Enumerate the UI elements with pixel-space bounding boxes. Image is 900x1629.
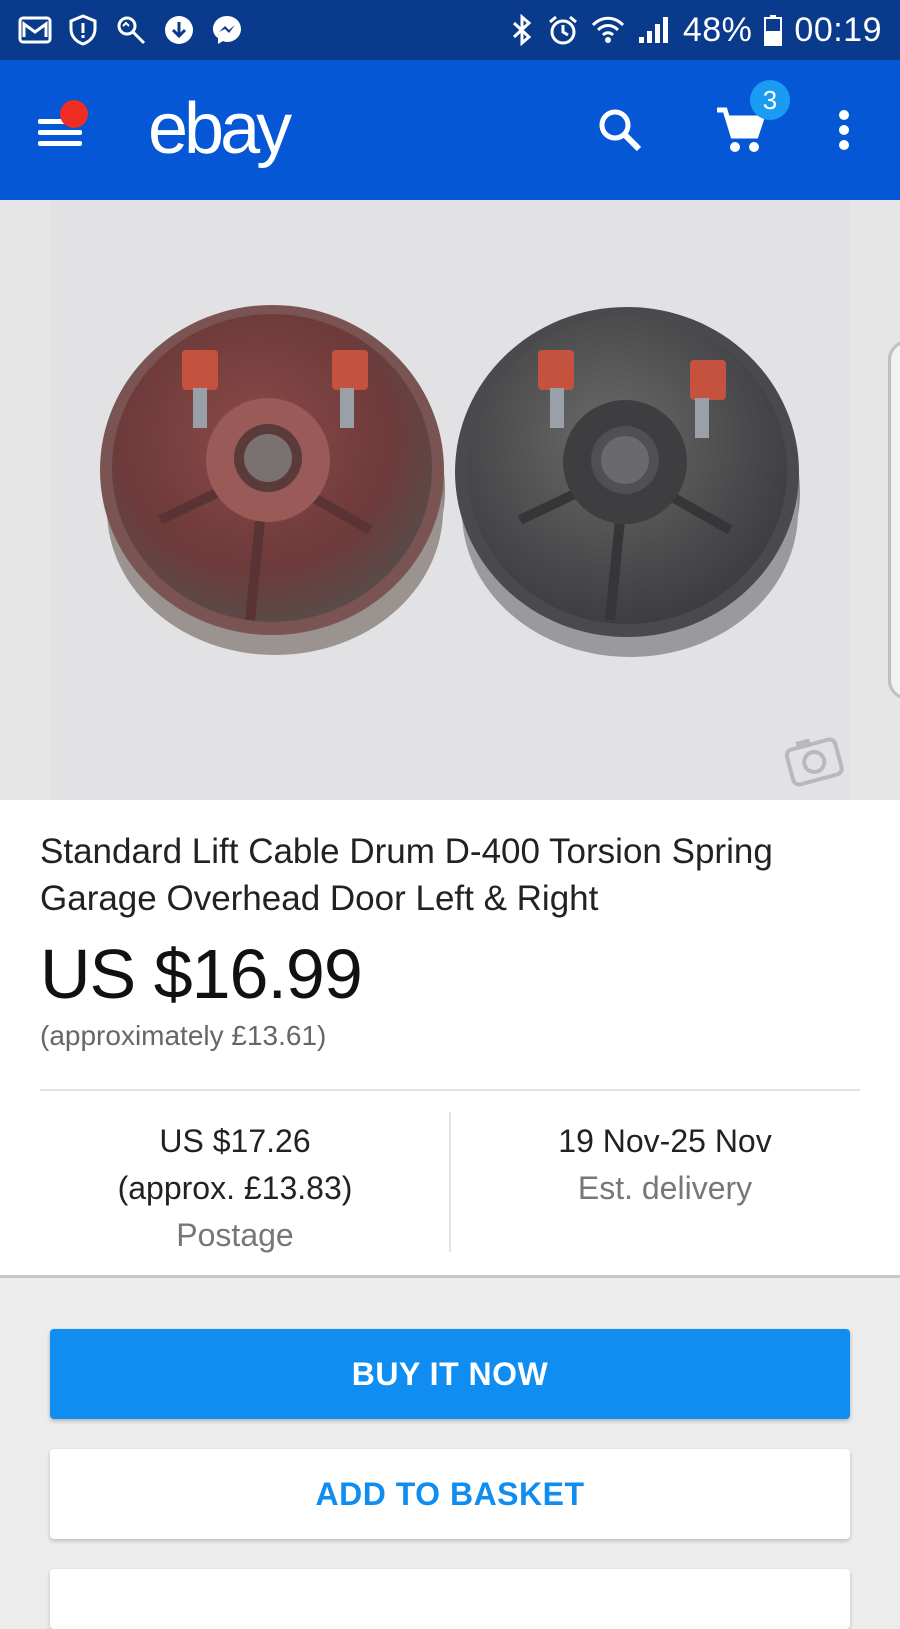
add-to-basket-button[interactable]: ADD TO BASKET xyxy=(50,1449,850,1539)
product-price: US $16.99 xyxy=(40,935,363,1013)
delivery-label: Est. delivery xyxy=(577,1170,753,1206)
price-approx: (approximately £13.61) xyxy=(40,1020,327,1051)
shield-icon xyxy=(66,13,100,47)
notification-icons xyxy=(18,13,244,47)
status-bar: 48% 00:19 xyxy=(0,0,900,60)
signal-icon xyxy=(637,15,671,45)
search-alert-icon xyxy=(114,13,148,47)
overflow-menu-button[interactable] xyxy=(812,98,876,162)
more-vert-icon xyxy=(839,110,849,150)
search-button[interactable] xyxy=(588,98,652,162)
notification-dot xyxy=(60,100,88,128)
postage-label: Postage xyxy=(176,1217,294,1253)
delivery-info: 19 Nov-25 Nov Est. delivery xyxy=(455,1118,875,1212)
delivery-dates: 19 Nov-25 Nov xyxy=(558,1123,772,1159)
camera-watermark-icon xyxy=(783,730,845,797)
product-title: Standard Lift Cable Drum D-400 Torsion S… xyxy=(40,832,773,918)
wifi-icon xyxy=(591,15,625,45)
download-icon xyxy=(162,13,196,47)
battery-percent: 48% xyxy=(682,10,753,49)
column-separator xyxy=(449,1112,451,1252)
next-image-peek[interactable] xyxy=(888,340,900,700)
battery-icon xyxy=(764,14,783,46)
search-icon xyxy=(599,109,642,152)
messenger-icon xyxy=(210,13,244,47)
product-info-card: Standard Lift Cable Drum D-400 Torsion S… xyxy=(0,800,900,1278)
more-actions-button[interactable] xyxy=(50,1569,850,1629)
product-photo[interactable] xyxy=(50,200,850,800)
mail-icon xyxy=(18,13,52,47)
system-status: 48% 00:19 xyxy=(509,11,882,50)
postage-amount: US $17.26 xyxy=(159,1123,311,1159)
clock: 00:19 xyxy=(794,10,882,49)
app-bar: ebay 3 xyxy=(0,60,900,200)
buy-it-now-button[interactable]: BUY IT NOW xyxy=(50,1329,850,1419)
postage-info: US $17.26 (approx. £13.83) Postage xyxy=(25,1118,445,1259)
bluetooth-icon xyxy=(509,14,535,46)
product-image-gallery[interactable] xyxy=(0,200,900,800)
alarm-icon xyxy=(547,14,579,46)
ebay-logo[interactable]: ebay xyxy=(148,88,292,170)
divider xyxy=(40,1089,860,1091)
cart-count-badge: 3 xyxy=(750,80,790,120)
postage-approx: (approx. £13.83) xyxy=(117,1170,353,1206)
